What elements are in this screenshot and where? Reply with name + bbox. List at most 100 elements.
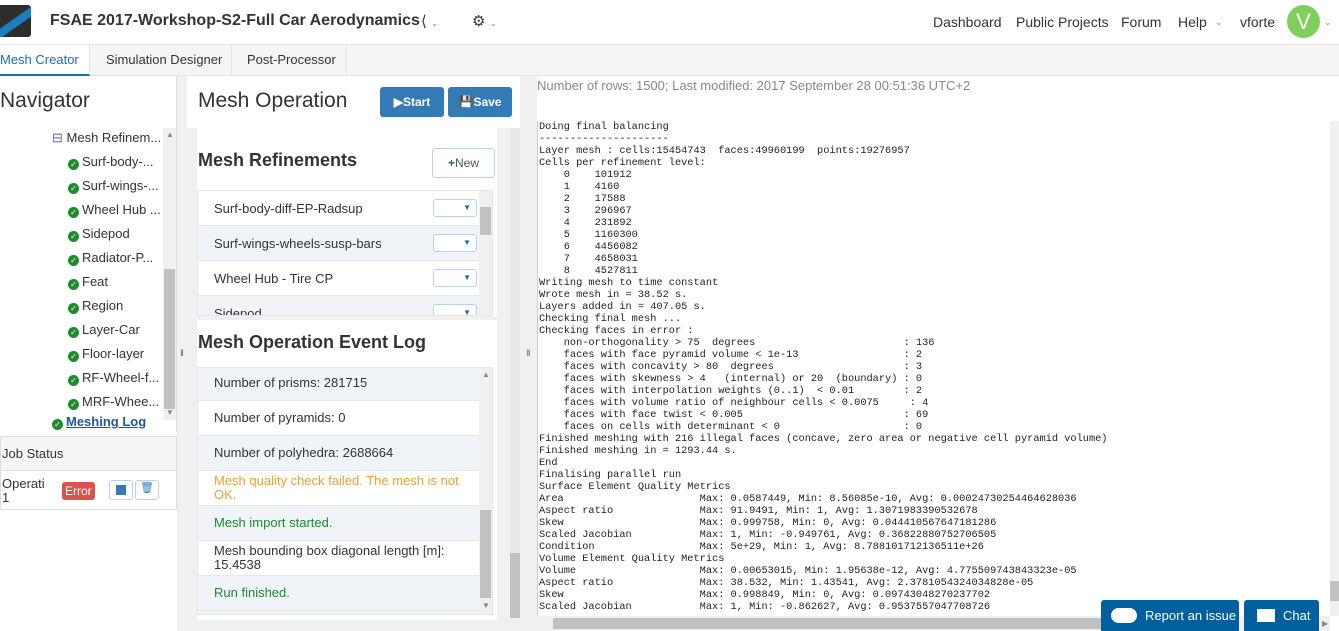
log-line: faces with skewness > 4 (internal) or 20… [539,373,923,385]
log-line: Scaled Jacobian Max: 1, Min: -0.949761, … [539,529,997,541]
log-line: faces with volume ratio of neighbour cel… [539,397,929,409]
refinement-name: Surf-wings-wheels-susp-bars [214,236,382,251]
splitter-handle[interactable]: ‖ [520,76,537,631]
start-button[interactable]: ▶Start [380,87,444,117]
refinement-dropdown[interactable]: ▼ [433,234,477,252]
tree-item[interactable]: ✓ Feat [68,274,108,290]
check-icon: ✓ [68,327,79,338]
tab-post-processor[interactable]: Post-Processor [232,45,347,76]
user-name[interactable]: vforte [1240,14,1275,30]
navigator-panel: Navigator ⊟ Mesh Refinem... ✓ Surf-body-.… [0,76,177,432]
tree-item[interactable]: ✓ Layer-Car [68,322,140,338]
tree-item[interactable]: ✓ Floor-layer [68,346,144,362]
refinement-dropdown[interactable]: ▼ [433,269,477,287]
tree-item[interactable]: ✓ RF-Wheel-f... [68,370,159,386]
log-line: Writing mesh to time constant [539,277,719,289]
trash-icon: 🗑 [140,482,154,494]
check-icon: ✓ [68,183,79,194]
log-line: Aspect ratio Max: 38.532, Min: 1.43541, … [539,577,1034,589]
nav-help[interactable]: Help [1178,14,1207,30]
log-line: 8 4527811 [539,265,638,277]
refinement-dropdown[interactable]: ▼ [433,199,477,217]
tab-mesh-creator[interactable]: Mesh Creator [0,45,90,76]
log-line: End [539,457,558,469]
plus-icon: + [447,156,455,170]
log-line: Cells per refinement level: [539,157,706,169]
check-icon: ✓ [68,375,79,386]
check-icon: ✓ [52,419,63,430]
chevron-down-icon[interactable]: ⌄ [1324,17,1332,27]
log-line: --------------------- [539,133,669,145]
log-line: Surface Element Quality Metrics [539,481,731,493]
log-line: 1 4160 [539,181,620,193]
nav-public-projects[interactable]: Public Projects [1016,14,1109,30]
workflow-tabs: Mesh Creator Simulation Designer Post-Pr… [0,45,1339,76]
event-log-row: Mesh bounding box diagonal length [m]: 1… [198,541,480,576]
navigator-tree: ⊟ Mesh Refinem... ✓ Surf-body-... ✓ Surf-wi… [0,128,163,431]
log-line: Condition Max: 5e+29, Min: 1, Avg: 8.788… [539,541,984,553]
event-log-section: Mesh Operation Event Log Number of prism… [197,320,497,620]
log-line: 5 1160300 [539,229,638,241]
tree-item-mesh-refinements[interactable]: Mesh Refinem... [67,130,162,145]
refinement-name: Sidepod [214,306,262,316]
avatar[interactable]: V [1287,5,1320,38]
log-line: Volume Max: 0.00653015, Min: 1.95638e-12… [539,565,1077,577]
tree-item[interactable]: ✓ Surf-wings-... [68,178,159,194]
refinement-dropdown[interactable]: ▼ [433,304,477,315]
job-name[interactable]: Operati 1 [2,477,45,505]
log-line: 3 296967 [539,205,632,217]
report-issue-button[interactable]: Report an issue [1101,600,1239,631]
log-line: 7 4658031 [539,253,638,265]
event-log-title: Mesh Operation Event Log [198,332,427,352]
app-logo[interactable] [0,5,31,37]
refinements-scrollbar[interactable] [479,191,492,315]
tree-item[interactable]: ✓ Sidepod [68,226,130,242]
navigator-title: Navigator [0,89,90,112]
collapse-icon[interactable]: ⊟ [52,130,63,145]
tree-item[interactable]: ✓ Region [68,298,123,314]
stop-icon [116,485,126,495]
tab-simulation-designer[interactable]: Simulation Designer [90,45,232,76]
check-icon: ✓ [68,303,79,314]
log-line: faces with interpolation weights (0..1) … [539,385,923,397]
splitter-handle[interactable]: ‖ [177,76,187,631]
nav-dashboard[interactable]: Dashboard [933,14,1002,30]
chat-button[interactable]: Chat [1244,600,1319,631]
gear-icon[interactable]: ⚙ ⌄ [472,12,497,30]
log-line: Aspect ratio Max: 91.9491, Min: 1, Avg: … [539,505,978,517]
tree-item[interactable]: ✓ Radiator-P... [68,250,153,266]
meshing-log-link[interactable]: Meshing Log [66,414,146,429]
chevron-down-icon[interactable]: ⌄ [1215,17,1223,27]
log-line: Doing final balancing [539,121,669,133]
log-line: faces with face twist < 0.005 : 69 [539,409,929,421]
tree-item[interactable]: ✓ Wheel Hub ... [68,202,161,218]
tree-item[interactable]: ✓ MRF-Whee... [68,394,159,410]
event-log-scrollbar[interactable]: ▲ ▼ [479,368,492,614]
tree-item[interactable]: ✓ Surf-body-... [68,154,154,170]
job-status-panel: Job Status Operati 1 Error 🗑 [0,436,177,510]
save-button[interactable]: 💾Save [448,87,512,117]
log-line: 4 231892 [539,217,632,229]
refinement-row[interactable]: Wheel Hub - Tire CP ▼ [198,261,480,296]
log-line: Area Max: 0.0587449, Min: 8.56085e-10, A… [539,493,1077,505]
nav-forum[interactable]: Forum [1121,14,1161,30]
save-icon: 💾 [458,95,474,109]
log-line: Layers added in = 407.05 s. [539,301,706,313]
refinement-row[interactable]: Sidepod ▼ [198,296,480,316]
share-icon[interactable]: ⟨ ⌄ [421,12,438,30]
new-refinement-button[interactable]: +New [432,148,495,178]
refinement-row[interactable]: Surf-body-diff-EP-Radsup ▼ [198,191,480,226]
stop-button[interactable] [109,480,133,500]
delete-button[interactable]: 🗑 [135,480,159,500]
refinement-name: Surf-body-diff-EP-Radsup [214,201,363,216]
navigator-scrollbar[interactable]: ▲ ▼ [163,128,176,420]
panel-scrollbar[interactable] [510,128,520,618]
log-line: faces on cells with determinant < 0 : 0 [539,421,923,433]
log-line: 6 4456082 [539,241,638,253]
log-vertical-scrollbar[interactable] [1330,121,1339,616]
refinements-list: Surf-body-diff-EP-Radsup ▼ Surf-wings-whee… [197,190,493,316]
mesh-operation-panel: Mesh Operation ▶Start 💾Save Mesh Refinem… [187,76,520,631]
log-line: 0 101912 [539,169,632,181]
refinement-row[interactable]: Surf-wings-wheels-susp-bars ▼ [198,226,480,261]
event-log-list: Number of prisms: 281715 Number of pyrami… [197,367,493,615]
